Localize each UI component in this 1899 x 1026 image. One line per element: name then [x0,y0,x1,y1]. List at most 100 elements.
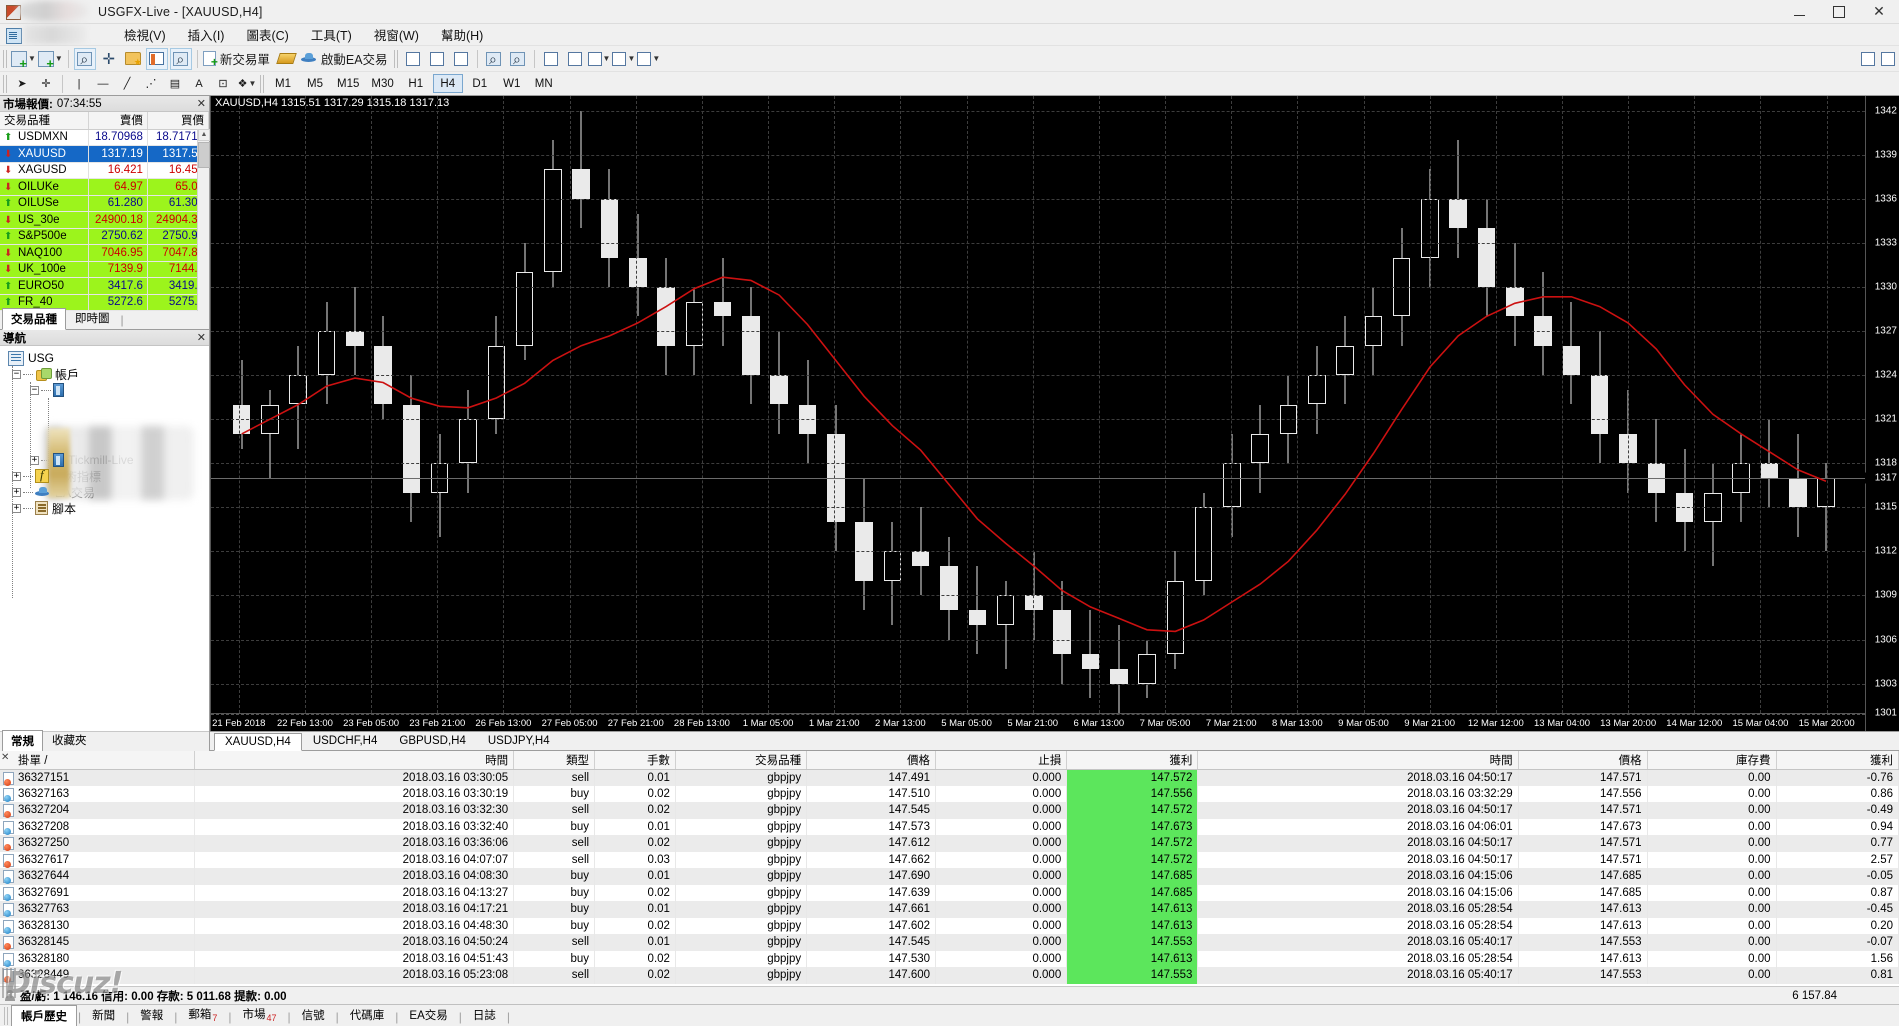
table-row[interactable]: 36328145 2018.03.16 04:50:24 sell 0.01 gbpjp… [0,934,1899,951]
table-row[interactable]: 36327163 2018.03.16 03:30:19 buy 0.02 gbpjpy… [0,785,1899,802]
chart-shift-button[interactable] [564,48,586,70]
terminal-tab-5[interactable]: 信號 [292,1004,335,1026]
fibonacci-tool[interactable]: ▤ [164,73,186,95]
table-row[interactable]: 36328130 2018.03.16 04:48:30 buy 0.02 gbpjpy… [0,917,1899,934]
profiles-button[interactable]: ▼ [37,48,63,70]
zoom-out-button[interactable] [507,48,529,70]
market-watch-close-icon[interactable]: ✕ [197,97,206,110]
market-watch-row[interactable]: ⬇ OILUKe 64.97 65.02 [0,178,210,196]
terminal-tab-4[interactable]: 市場47 [233,1003,287,1026]
col-ask[interactable]: 賣價 [88,112,148,130]
menu-insert[interactable]: 插入(I) [177,23,236,46]
terminal-tab-8[interactable]: 日誌 [463,1004,506,1026]
tree-root-usg[interactable]: USG [4,350,209,366]
vertical-line-tool[interactable]: | [68,73,90,95]
menu-view[interactable]: 檢視(V) [113,23,177,46]
minimize-button[interactable] [1779,0,1819,24]
tree-accounts[interactable]: − 帳戶 [4,366,209,382]
market-watch-row[interactable]: ⬆ S&P500e 2750.62 2750.95 [0,228,210,245]
price-chart[interactable]: XAUUSD,H4 1315.51 1317.29 1315.18 1317.1… [210,96,1899,731]
table-row[interactable]: 36327617 2018.03.16 04:07:07 sell 0.03 gbpjp… [0,851,1899,868]
toolbar-grip-2[interactable] [393,49,398,68]
market-watch-row[interactable]: ⬆ EURO50 3417.6 3419.2 [0,277,210,295]
col-open-time[interactable]: 時間 [194,751,515,770]
strategy-tester-button[interactable] [169,47,192,70]
col-type[interactable]: 類型 [513,751,596,770]
chart-tab-usdchf[interactable]: USDCHF,H4 [302,732,389,750]
menu-help[interactable]: 幫助(H) [430,23,494,46]
crosshair-button[interactable]: ✛ [98,48,120,70]
tree-scripts[interactable]: + 腳本 [4,500,209,516]
trendline-tool[interactable]: ╱ [116,73,138,95]
bar-chart-button[interactable] [402,48,424,70]
zoom-in-button[interactable] [483,48,505,70]
market-watch-scrollbar[interactable]: ▲ [197,129,210,311]
table-row[interactable]: 36327763 2018.03.16 04:17:21 buy 0.01 gbpjpy… [0,901,1899,918]
menu-charts[interactable]: 圖表(C) [235,23,299,46]
terminal-tab-1[interactable]: 新聞 [82,1004,125,1026]
horizontal-line-tool[interactable]: — [92,73,114,95]
equidistant-channel-tool[interactable]: ⋰ [140,73,162,95]
text-tool[interactable]: A [188,73,210,95]
templates-button[interactable]: ▼ [637,48,660,70]
market-watch-row[interactable]: ⬇ XAGUSD 16.421 16.457 [0,162,210,179]
market-watch-row[interactable]: ⬆ USDMXN 18.70968 18.71717 [0,129,210,146]
col-profit[interactable]: 獲利 [1776,751,1899,770]
toolbar-grip[interactable] [3,49,7,68]
menu-window[interactable]: 視窗(W) [363,23,430,46]
timeframe-m30[interactable]: M30 [366,74,398,93]
market-watch-row[interactable]: ⬇ UK_100e 7139.9 7144.1 [0,261,210,278]
market-watch-row[interactable]: ⬇ NAQ100 7046.95 7047.88 [0,244,210,262]
col-stoploss[interactable]: 止損 [935,751,1068,770]
indicators-button[interactable]: ▼ [587,48,610,70]
terminal-tab-0[interactable]: 帳戶歷史 [11,1005,77,1026]
auto-scroll-button[interactable] [540,48,562,70]
close-button[interactable]: ✕ [1859,0,1899,24]
table-row[interactable]: 36327151 2018.03.16 03:30:05 sell 0.01 gbpjp… [0,769,1899,786]
timeframe-grip[interactable] [260,74,264,93]
maximize-button[interactable] [1819,0,1859,24]
timeframe-d1[interactable]: D1 [465,74,495,93]
col-lots[interactable]: 手數 [594,751,676,770]
shapes-tool[interactable]: ❖ ▼ [236,73,258,95]
tab-symbols[interactable]: 交易品種 [2,308,66,330]
scroll-up-arrow[interactable]: ▲ [198,129,210,141]
settings-icon[interactable] [1881,51,1895,66]
terminal-button[interactable] [145,47,168,70]
terminal-tab-2[interactable]: 警報 [130,1004,173,1026]
periods-button[interactable]: ▼ [612,48,635,70]
drawing-toolbar-grip[interactable] [3,74,7,93]
tree-server-redacted[interactable]: − [4,382,209,398]
text-label-tool[interactable]: ⊡ [212,73,234,95]
terminal-tab-6[interactable]: 代碼庫 [340,1004,395,1026]
table-row[interactable]: 36328180 2018.03.16 04:51:43 buy 0.02 gbpjpy… [0,950,1899,967]
col-swap[interactable]: 庫存費 [1647,751,1777,770]
new-chart-button[interactable]: ▼ [11,48,36,70]
col-symbol[interactable]: 交易品種 [0,112,89,130]
market-watch-row[interactable]: ⬇ US_30e 24900.18 24904.32 [0,211,210,229]
table-row[interactable]: 36327250 2018.03.16 03:36:06 sell 0.02 gbpjp… [0,835,1899,852]
table-row[interactable]: 36327208 2018.03.16 03:32:40 buy 0.01 gbpjpy… [0,818,1899,835]
tab-favorites[interactable]: 收藏夾 [43,729,96,751]
new-order-button[interactable]: 新交易單 [202,48,274,70]
timeframe-m1[interactable]: M1 [268,74,298,93]
cursor-tool[interactable]: ➤ [11,73,33,95]
autotrading-button[interactable]: 啟動EA交易 [300,48,392,70]
chart-tab-usdjpy[interactable]: USDJPY,H4 [477,732,561,750]
metaeditor-button[interactable] [276,48,298,70]
chart-tab-xauusd[interactable]: XAUUSD,H4 [214,733,302,751]
table-row[interactable]: 36327644 2018.03.16 04:08:30 buy 0.01 gbpjpy… [0,868,1899,885]
timeframe-mn[interactable]: MN [529,74,559,93]
table-row[interactable]: 36327204 2018.03.16 03:32:30 sell 0.02 gbpjp… [0,802,1899,819]
time-axis[interactable]: 21 Feb 2018 22 Feb 13:00 23 Feb 05:00 23 Fe… [211,713,1865,731]
chart-tab-gbpusd[interactable]: GBPUSD,H4 [388,732,476,750]
scroll-thumb[interactable] [198,142,210,168]
timeframe-m15[interactable]: M15 [332,74,364,93]
crosshair-tool[interactable]: ✛ [35,73,57,95]
terminal-tab-7[interactable]: EA交易 [399,1004,457,1026]
terminal-tabbar-grip[interactable] [4,1007,9,1025]
terminal-close-icon[interactable]: ✕ [1,752,9,763]
line-chart-button[interactable] [450,48,472,70]
menu-tools[interactable]: 工具(T) [300,23,363,46]
market-watch-button[interactable] [73,47,96,70]
